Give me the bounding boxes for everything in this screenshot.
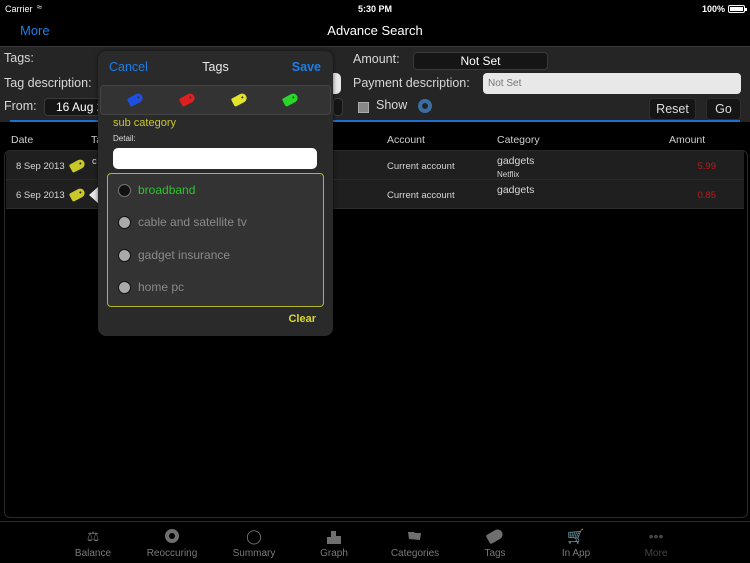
- option-label: gadget insurance: [138, 248, 231, 262]
- option-label: broadband: [138, 183, 196, 197]
- option-home-pc[interactable]: home pc: [108, 273, 323, 303]
- row-date: 8 Sep 2013: [16, 161, 65, 172]
- from-label: From:: [4, 99, 37, 113]
- bar-graph-icon: [325, 528, 343, 544]
- tab-label: More: [644, 548, 668, 559]
- column-header-amount[interactable]: Amount: [669, 134, 705, 146]
- battery-icon: [728, 5, 747, 13]
- row-amount: 0.85: [697, 190, 717, 201]
- show-label: Show: [376, 98, 408, 112]
- tab-label: In App: [561, 548, 591, 559]
- status-bar: Carrier ≈ 5:30 PM 100%: [0, 0, 750, 18]
- tab-more[interactable]: ••• More: [616, 522, 696, 563]
- tab-label: Categories: [390, 548, 440, 559]
- tab-categories[interactable]: Categories: [375, 522, 455, 563]
- tab-reoccuring[interactable]: Reoccuring: [132, 522, 212, 563]
- sub-category-label: sub category: [113, 117, 176, 129]
- go-button[interactable]: Go: [706, 98, 741, 120]
- option-label: cable and satellite tv: [138, 215, 247, 229]
- tab-summary[interactable]: ◯ Summary: [214, 522, 294, 563]
- row-category: gadgets: [497, 184, 535, 196]
- tags-label: Tags:: [4, 51, 34, 65]
- more-icon: •••: [648, 528, 664, 544]
- option-broadband[interactable]: broadband: [108, 176, 323, 206]
- detail-input[interactable]: [113, 148, 317, 169]
- piggy-bank-icon: ◯: [246, 528, 262, 544]
- tag-description-input-edge[interactable]: [333, 73, 341, 94]
- tab-balance[interactable]: ⚖ Balance: [53, 522, 133, 563]
- color-tag-selector: [100, 85, 331, 115]
- yellow-tag-icon: [68, 158, 87, 173]
- scale-icon: ⚖: [86, 528, 100, 544]
- amount-label: Amount:: [353, 52, 400, 66]
- cycle-icon: [163, 528, 181, 544]
- tab-in-app[interactable]: 🛒 In App: [536, 522, 616, 563]
- tab-graph[interactable]: Graph: [294, 522, 374, 563]
- tag-description-label: Tag description:: [4, 76, 92, 90]
- tags-popover: Cancel Tags Save sub category Detail: br…: [98, 51, 333, 336]
- option-cable-and-satellite-tv[interactable]: cable and satellite tv: [108, 208, 323, 238]
- radio-unselected-icon[interactable]: [118, 281, 131, 294]
- row-date: 6 Sep 2013: [16, 190, 65, 201]
- column-header-category[interactable]: Category: [497, 134, 540, 146]
- green-tag-icon[interactable]: [281, 92, 300, 107]
- blue-tag-icon[interactable]: [126, 92, 145, 107]
- row-subcategory: Netflix: [497, 170, 520, 179]
- radio-unselected-icon[interactable]: [118, 216, 131, 229]
- payment-description-input[interactable]: [483, 73, 741, 94]
- yellow-tag-icon[interactable]: [230, 92, 249, 107]
- row-amount: 5.99: [697, 161, 717, 172]
- to-date-field-edge[interactable]: [333, 98, 343, 116]
- red-tag-icon[interactable]: [178, 92, 197, 107]
- option-label: home pc: [138, 280, 185, 294]
- tab-label: Graph: [320, 548, 348, 559]
- cart-icon: 🛒: [567, 528, 585, 544]
- tab-tags[interactable]: Tags: [455, 522, 535, 563]
- tab-label: Balance: [74, 548, 112, 559]
- tab-label: Summary: [232, 548, 276, 559]
- row-account: Current account: [387, 190, 455, 201]
- gear-icon[interactable]: [418, 99, 432, 113]
- show-checkbox[interactable]: [358, 102, 369, 113]
- radio-selected-icon[interactable]: [118, 184, 131, 197]
- tab-label: Reoccuring: [146, 548, 198, 559]
- row-tag-text: c: [92, 156, 97, 167]
- column-header-date[interactable]: Date: [11, 134, 33, 146]
- navigation-bar: More Advance Search: [0, 18, 750, 46]
- row-account: Current account: [387, 161, 455, 172]
- status-time: 5:30 PM: [357, 4, 392, 14]
- battery-percent: 100%: [701, 4, 725, 14]
- folder-icon: [406, 528, 424, 544]
- column-header-account[interactable]: Account: [387, 134, 425, 146]
- row-category: gadgets: [497, 155, 535, 167]
- clear-button[interactable]: Clear: [288, 313, 316, 325]
- reset-button[interactable]: Reset: [649, 98, 696, 120]
- amount-field[interactable]: Not Set: [413, 52, 548, 70]
- subcategory-options-list: broadband cable and satellite tv gadget …: [107, 173, 324, 307]
- option-gadget-insurance[interactable]: gadget insurance: [108, 241, 323, 271]
- detail-label: Detail:: [113, 134, 136, 143]
- tag-icon: [485, 527, 505, 545]
- payment-description-label: Payment description:: [353, 76, 470, 90]
- save-button[interactable]: Save: [292, 60, 321, 74]
- page-title: Advance Search: [327, 23, 423, 38]
- tab-bar: ⚖ Balance Reoccuring ◯ Summary Graph Cat…: [0, 521, 750, 563]
- tab-label: Tags: [484, 548, 506, 559]
- radio-unselected-icon[interactable]: [118, 249, 131, 262]
- yellow-tag-icon: [68, 187, 87, 202]
